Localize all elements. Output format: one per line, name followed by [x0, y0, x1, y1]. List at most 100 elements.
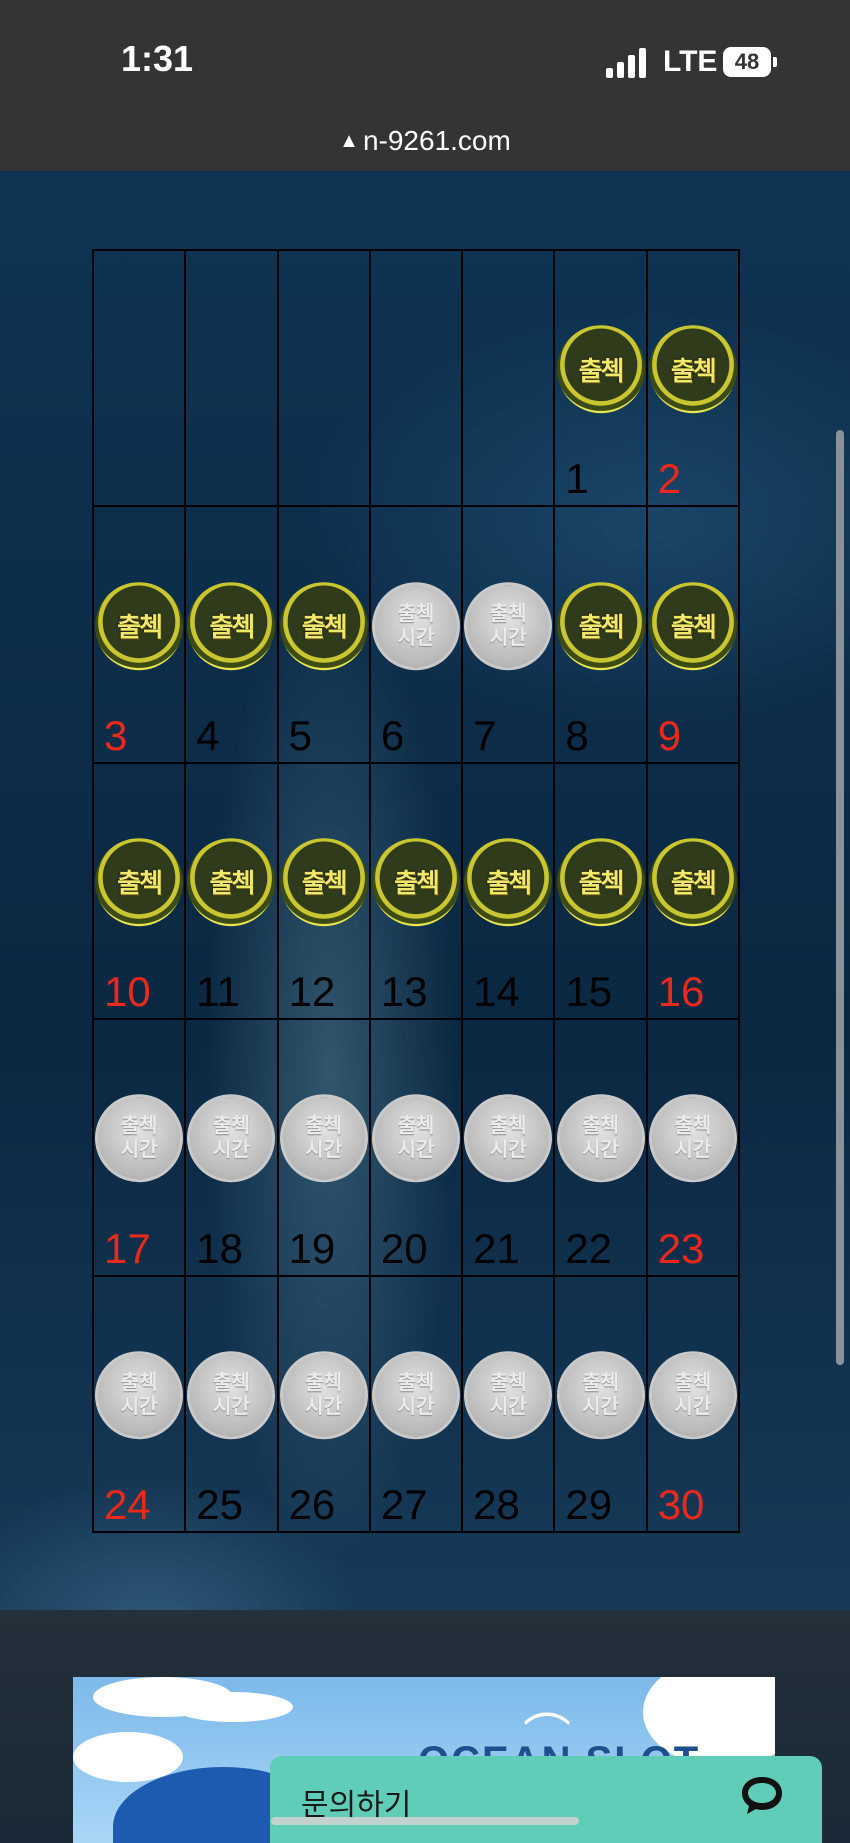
stamp-line-1: 출첵 — [213, 1371, 250, 1394]
attendance-stamp-silver: 출첵 시간 — [279, 1350, 368, 1439]
calendar-day-24: 출첵 시간 24 — [93, 1275, 186, 1532]
calendar-empty-cell — [462, 250, 555, 507]
stamp-line-1: 출첵 — [397, 602, 435, 625]
status-time: 1:31 — [121, 38, 194, 79]
day-number: 8 — [565, 711, 589, 759]
day-number: 14 — [473, 968, 520, 1016]
day-number: 30 — [657, 1480, 705, 1528]
stamp-line-1: 출첵 — [582, 1371, 619, 1394]
day-number: 27 — [380, 1480, 428, 1528]
battery-icon: 48 — [723, 47, 777, 77]
attendance-calendar: 출첵 1 출첵 2 출첵 3 출첵 4 출첵 5 출첵 시간 6 출첵 시간 7 출첵 8 출첵 9 출첵 10 출첵 11 출… — [92, 249, 740, 1533]
day-number: 25 — [196, 1480, 243, 1528]
attendance-stamp-silver: 출첵 시간 — [648, 1350, 737, 1439]
day-number: 13 — [380, 968, 428, 1016]
calendar-day-2: 출첵 2 — [646, 250, 739, 507]
day-number: 28 — [473, 1480, 520, 1528]
calendar-day-7: 출첵 시간 7 — [462, 506, 555, 763]
address-bar[interactable]: ▲ n-9261.com — [0, 125, 850, 171]
day-number: 10 — [104, 968, 151, 1016]
attendance-stamp-silver: 출첵 시간 — [464, 1350, 553, 1439]
attendance-stamp-gold: 출첵 — [371, 838, 460, 927]
day-number: 11 — [196, 968, 240, 1016]
calendar-day-5: 출첵 5 — [277, 506, 370, 763]
stamp-line-1: 출첵 — [120, 1115, 158, 1138]
calendar-day-3: 출첵 3 — [93, 506, 186, 763]
attendance-stamp-silver: 출첵 시간 — [187, 1094, 276, 1183]
calendar-empty-cell — [277, 250, 370, 507]
attendance-stamp-silver: 출첵 시간 — [556, 1094, 645, 1183]
attendance-stamp-gold: 출첵 — [187, 581, 276, 670]
day-number: 29 — [565, 1480, 613, 1528]
stamp-line-2: 시간 — [120, 1395, 158, 1418]
attendance-stamp-silver: 출첵 시간 — [556, 1350, 645, 1439]
attendance-stamp-silver: 출첵 시간 — [648, 1094, 737, 1183]
calendar-day-28: 출첵 시간 28 — [462, 1275, 555, 1532]
attendance-stamp-gold: 출첵 — [556, 325, 645, 414]
calendar-day-1: 출첵 1 — [554, 250, 647, 507]
stamp-line-1: 출첵 — [397, 1115, 435, 1138]
stamp-line-1: 출첵 — [305, 1115, 343, 1138]
attendance-stamp-silver: 출첵 시간 — [464, 581, 553, 670]
calendar-day-13: 출첵 13 — [369, 762, 463, 1020]
calendar-day-22: 출첵 시간 22 — [554, 1019, 647, 1276]
attendance-stamp-gold: 출첵 — [648, 325, 737, 414]
stamp-line-1: 출첵 — [489, 602, 527, 625]
calendar-day-25: 출첵 시간 25 — [185, 1275, 278, 1532]
inquiry-widget[interactable]: 문의하기 — [270, 1756, 822, 1843]
calendar-day-30: 출첵 시간 30 — [646, 1275, 739, 1532]
attendance-stamp-silver: 출첵 시간 — [371, 1350, 460, 1439]
day-number: 6 — [380, 711, 405, 759]
url-text: n-9261.com — [362, 125, 511, 156]
calendar-empty-cell — [93, 250, 186, 507]
stamp-line-1: 출첵 — [582, 1115, 619, 1138]
chat-bubble-icon — [742, 1777, 782, 1814]
stamp-line-1: 출첵 — [674, 1115, 712, 1138]
attendance-stamp-gold: 출첵 — [95, 581, 184, 670]
scrollbar[interactable] — [836, 430, 844, 1365]
stamp-line-1: 출첵 — [120, 1371, 158, 1394]
day-number: 17 — [104, 1224, 151, 1272]
stamp-line-2: 시간 — [582, 1395, 619, 1418]
signal-icon — [606, 48, 648, 78]
calendar-day-17: 출첵 시간 17 — [93, 1019, 186, 1276]
calendar-day-27: 출첵 시간 27 — [369, 1275, 463, 1532]
calendar-day-23: 출첵 시간 23 — [646, 1019, 739, 1276]
stamp-line-1: 출첵 — [397, 1371, 435, 1394]
attendance-stamp-gold: 출첵 — [187, 838, 276, 927]
attendance-stamp-silver: 출첵 시간 — [464, 1094, 553, 1183]
day-number: 23 — [657, 1224, 705, 1272]
calendar-day-21: 출첵 시간 21 — [462, 1019, 555, 1276]
day-number: 26 — [288, 1480, 336, 1528]
calendar-day-16: 출첵 16 — [646, 762, 739, 1020]
stamp-line-1: 출첵 — [489, 1371, 527, 1394]
home-indicator[interactable] — [271, 1817, 579, 1825]
warning-icon: ▲ — [339, 130, 359, 152]
stamp-line-1: 출첵 — [213, 1115, 250, 1138]
calendar-day-29: 출첵 시간 29 — [554, 1275, 647, 1532]
attendance-stamp-silver: 출첵 시간 — [187, 1350, 276, 1439]
attendance-stamp-gold: 출첵 — [648, 581, 737, 670]
attendance-stamp-silver: 출첵 시간 — [371, 1094, 460, 1183]
stamp-line-1: 출첵 — [674, 1371, 712, 1394]
stamp-line-1: 출첵 — [489, 1115, 527, 1138]
stamp-line-2: 시간 — [674, 1395, 712, 1418]
day-number: 20 — [380, 1224, 428, 1272]
stamp-line-2: 시간 — [213, 1395, 250, 1418]
attendance-stamp-gold: 출첵 — [464, 838, 553, 927]
calendar-day-4: 출첵 4 — [185, 506, 278, 763]
calendar-day-11: 출첵 11 — [185, 762, 278, 1020]
attendance-stamp-gold: 출첵 — [648, 838, 737, 927]
calendar-day-15: 출첵 15 — [554, 762, 647, 1020]
calendar-empty-cell — [185, 250, 278, 507]
attendance-stamp-gold: 출첵 — [279, 838, 368, 927]
attendance-stamp-silver: 출첵 시간 — [279, 1094, 368, 1183]
calendar-day-14: 출첵 14 — [462, 762, 555, 1020]
calendar-day-18: 출첵 시간 18 — [185, 1019, 278, 1276]
stamp-line-2: 시간 — [674, 1139, 712, 1162]
calendar-day-12: 출첵 12 — [277, 762, 370, 1020]
day-number: 1 — [565, 455, 589, 503]
day-number: 21 — [473, 1224, 520, 1272]
calendar-day-26: 출첵 시간 26 — [277, 1275, 370, 1532]
attendance-stamp-silver: 출첵 시간 — [95, 1350, 184, 1439]
